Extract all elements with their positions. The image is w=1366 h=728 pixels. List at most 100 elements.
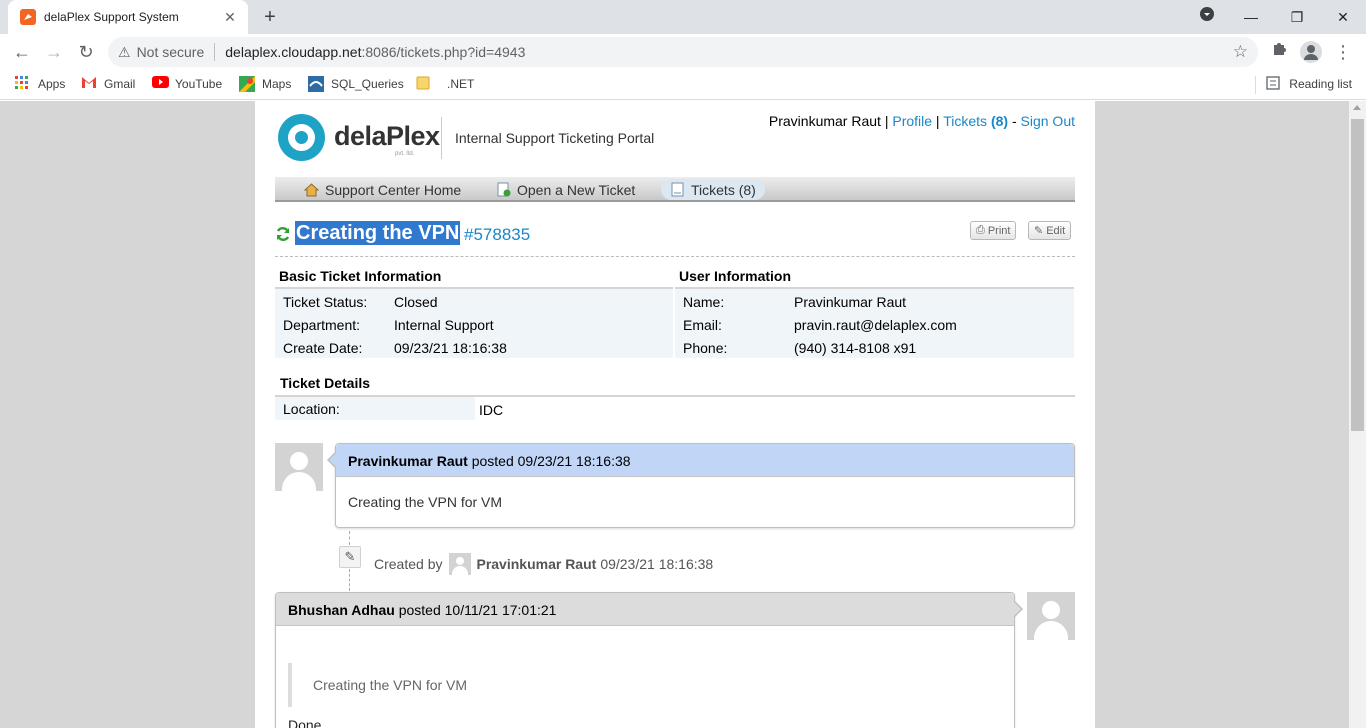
reading-list-icon <box>1266 76 1282 92</box>
maps-icon <box>239 76 255 92</box>
scroll-up-arrow-icon[interactable] <box>1353 105 1361 110</box>
reload-button[interactable]: ↻ <box>73 39 99 65</box>
nav-label: Tickets (8) <box>691 181 756 198</box>
profile-link[interactable]: Profile <box>892 113 932 129</box>
message-timestamp: posted 10/11/21 17:01:21 <box>398 602 557 618</box>
logo-wordmark[interactable]: delaPlex <box>334 121 440 152</box>
message-body: Creating the VPN for VM <box>348 494 503 510</box>
ticket-number[interactable]: #578835 <box>464 225 530 245</box>
apps-grid-icon <box>15 76 31 92</box>
delaplex-logo-icon[interactable] <box>278 114 325 161</box>
thread-event: Created by Pravinkumar Raut 09/23/21 18:… <box>374 553 713 575</box>
url-host[interactable]: delaplex.cloudapp.net <box>225 44 361 60</box>
minimize-button[interactable]: — <box>1239 6 1263 28</box>
folder-icon <box>416 76 432 92</box>
avatar <box>275 443 323 491</box>
phone-label: Phone: <box>683 340 728 356</box>
message-author: Pravinkumar Raut <box>348 453 468 469</box>
basic-info-table: Ticket Status: Closed Department: Intern… <box>275 287 673 358</box>
event-connector <box>349 569 350 591</box>
close-window-button[interactable]: ✕ <box>1331 6 1355 28</box>
nav-support-center-home[interactable]: Support Center Home <box>295 179 470 200</box>
warning-icon[interactable]: ⚠ <box>118 44 131 61</box>
reading-list-button[interactable]: Reading list <box>1266 76 1352 92</box>
extensions-puzzle-icon[interactable] <box>1266 39 1292 65</box>
bookmark-label: Maps <box>262 77 292 91</box>
header-divider <box>441 117 442 159</box>
edit-icon: ✎ <box>1034 225 1044 237</box>
event-prefix: Created by <box>374 556 443 572</box>
page-viewport: delaPlex pvt. ltd. Internal Support Tick… <box>0 101 1349 728</box>
sign-out-link[interactable]: Sign Out <box>1021 113 1075 129</box>
department-value: Internal Support <box>394 317 494 333</box>
bookmark-label: Gmail <box>104 77 136 91</box>
bookmark-divider <box>1255 76 1256 94</box>
nav-open-new-ticket[interactable]: Open a New Ticket <box>487 179 644 200</box>
create-date-label: Create Date: <box>283 340 363 356</box>
browser-tabstrip: delaPlex Support System ✕ + — ❐ ✕ <box>0 0 1366 34</box>
tab-title: delaPlex Support System <box>44 10 179 24</box>
restore-button[interactable]: ❐ <box>1285 6 1309 28</box>
back-button[interactable]: ← <box>9 39 35 65</box>
print-button[interactable]: ⎙ Print <box>970 221 1017 240</box>
thread-message: Pravinkumar Raut posted 09/23/21 18:16:3… <box>327 443 1075 528</box>
location-value: IDC <box>479 402 504 418</box>
message-timestamp: posted 09/23/21 18:16:38 <box>471 453 631 469</box>
user-info-table: Name: Pravinkumar Raut Email: pravin.rau… <box>675 287 1074 358</box>
phone-value: (940) 314-8108 x91 <box>794 340 917 356</box>
new-tab-button[interactable]: + <box>258 6 282 28</box>
home-icon <box>303 182 320 197</box>
create-date-value: 09/23/21 18:16:38 <box>394 340 507 356</box>
site-favicon-icon <box>20 9 36 25</box>
forward-button[interactable]: → <box>41 39 67 65</box>
browser-tab[interactable]: delaPlex Support System ✕ <box>8 0 248 34</box>
security-label[interactable]: Not secure <box>137 44 205 60</box>
nav-tickets[interactable]: Tickets (8) <box>661 179 765 200</box>
chrome-profile-avatar[interactable] <box>1300 41 1322 63</box>
thread-message: Bhushan Adhau posted 10/11/21 17:01:21 C… <box>275 592 1023 728</box>
address-bar[interactable]: ⚠ Not secure delaplex.cloudapp.net :8086… <box>108 37 1258 67</box>
bookmark-maps[interactable]: Maps <box>239 76 291 92</box>
user-info-heading: User Information <box>679 268 792 284</box>
bookmarks-bar: Apps Gmail YouTube Maps SQL_Queries .NET <box>0 70 1366 100</box>
status-label: Ticket Status: <box>283 294 368 310</box>
status-value: Closed <box>394 294 438 310</box>
bookmark-sql-queries[interactable]: SQL_Queries <box>308 76 404 92</box>
edit-button[interactable]: ✎ Edit <box>1028 221 1072 240</box>
basic-info-heading: Basic Ticket Information <box>279 268 442 284</box>
portal-title: Internal Support Ticketing Portal <box>455 130 655 146</box>
bookmark-apps[interactable]: Apps <box>15 76 65 92</box>
event-time: 09/23/21 18:16:38 <box>600 556 714 572</box>
bookmark-label: SQL_Queries <box>331 77 404 91</box>
message-body: Creating the VPN for VM Done <box>276 626 1014 728</box>
page-scrollbar[interactable] <box>1349 101 1366 728</box>
magic-wand-icon: ✎ <box>339 546 361 568</box>
youtube-icon <box>152 76 169 92</box>
bookmark-label: YouTube <box>175 77 223 91</box>
logo-subtext: pvt. ltd. <box>395 151 415 157</box>
name-value: Pravinkumar Raut <box>794 294 907 310</box>
main-nav: Support Center Home Open a New Ticket Ti… <box>275 177 1075 202</box>
tab-close-icon[interactable]: ✕ <box>222 9 238 25</box>
avatar <box>1027 592 1075 640</box>
omnibox-divider <box>214 43 216 61</box>
print-icon: ⎙ <box>976 224 985 236</box>
bookmark-youtube[interactable]: YouTube <box>152 76 222 92</box>
event-author: Pravinkumar Raut <box>476 556 597 572</box>
chrome-profile-menu-icon[interactable] <box>1195 6 1219 28</box>
name-label: Name: <box>683 294 725 310</box>
refresh-icon[interactable] <box>275 226 291 242</box>
tickets-link[interactable]: Tickets (8) <box>943 113 1008 129</box>
url-path[interactable]: :8086/tickets.php?id=4943 <box>362 44 526 60</box>
bookmark-dotnet-folder[interactable]: .NET <box>416 76 474 92</box>
nav-label: Support Center Home <box>325 181 462 198</box>
reading-list-label: Reading list <box>1289 77 1352 91</box>
chrome-menu-icon[interactable]: ⋮ <box>1330 39 1356 65</box>
bookmark-star-icon[interactable]: ☆ <box>1233 42 1248 62</box>
department-label: Department: <box>283 317 361 333</box>
sql-icon <box>308 76 324 92</box>
bookmark-gmail[interactable]: Gmail <box>81 76 135 92</box>
scrollbar-thumb[interactable] <box>1351 119 1364 431</box>
current-user-name: Pravinkumar Raut <box>768 113 881 129</box>
message-pointer <box>1013 600 1023 618</box>
